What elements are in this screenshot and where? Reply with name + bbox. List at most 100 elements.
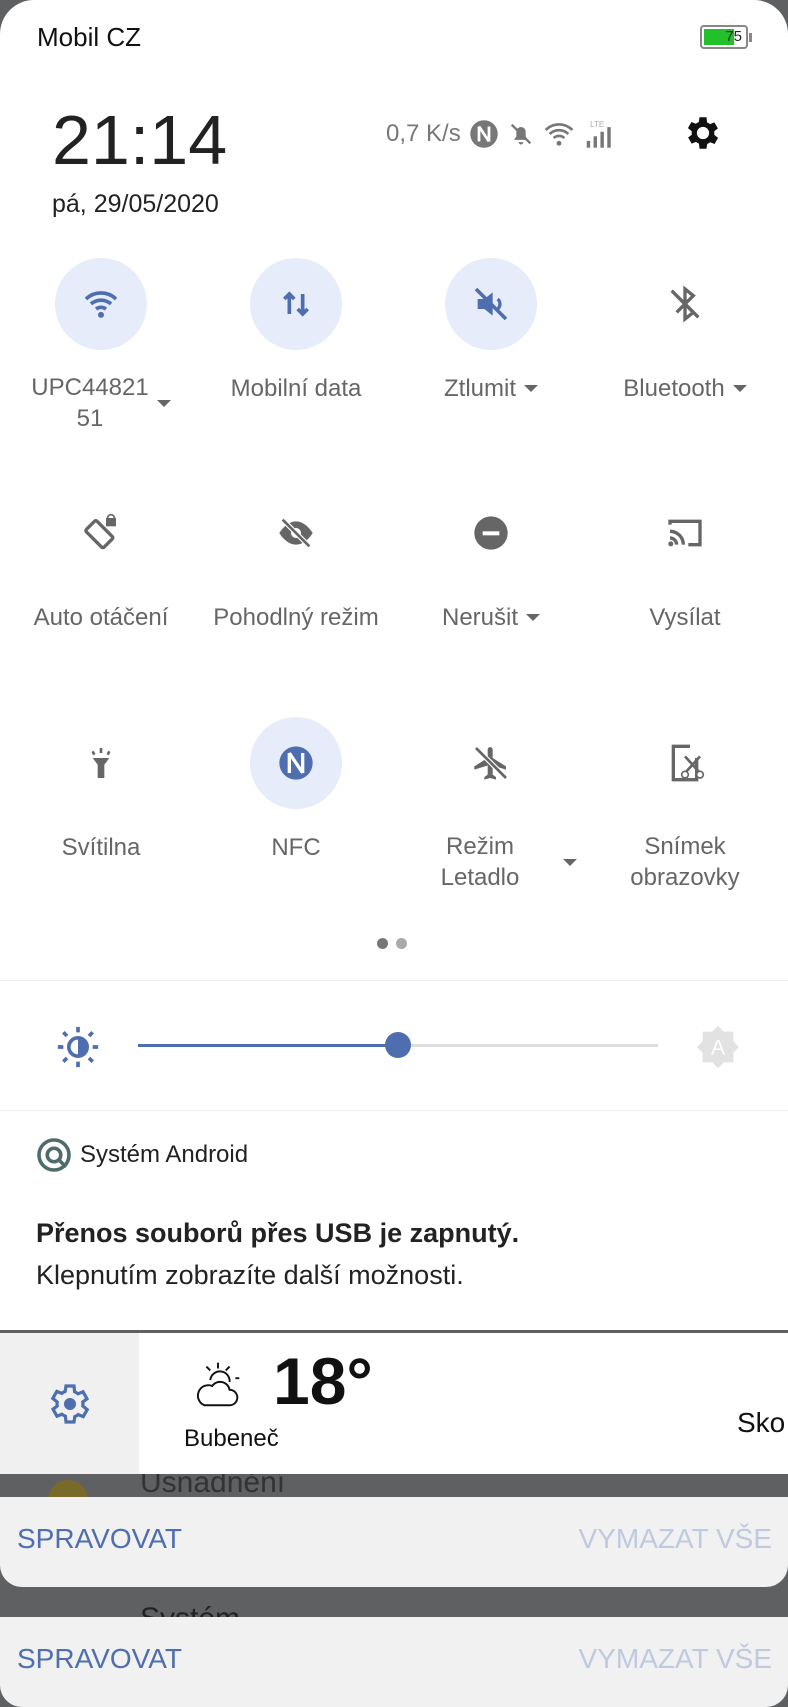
tile-flashlight[interactable]: Svítilna (6, 717, 196, 863)
date[interactable]: pá, 29/05/2020 (52, 190, 219, 219)
chevron-down-icon[interactable] (156, 399, 171, 407)
tile-icon-button[interactable] (639, 487, 731, 579)
screenshot-icon (671, 744, 705, 782)
chevron-down-icon[interactable] (732, 385, 747, 393)
auto-rotate-icon (84, 513, 116, 550)
tile-label-text: Bluetooth (623, 375, 725, 403)
brightness-icon (57, 1026, 99, 1068)
brightness-slider[interactable] (138, 1032, 658, 1058)
tile-icon-button[interactable] (250, 258, 342, 350)
tile-label-text: Režim Letadlo (440, 833, 520, 891)
divider (0, 1110, 788, 1111)
tile-icon-button[interactable] (55, 258, 147, 350)
page-indicator (377, 938, 407, 949)
tile-label-text: Vysílat (649, 604, 721, 632)
battery-level: 75 (725, 28, 742, 45)
tile-label: Ztlumit (396, 372, 586, 404)
location: Bubeneč (184, 1425, 279, 1452)
tile-label: NFC (201, 831, 391, 863)
manage-button[interactable]: SPRAVOVAT (17, 1643, 182, 1675)
partly-cloudy-icon (196, 1362, 240, 1407)
tile-label-text: UPC44821 51 (31, 374, 149, 432)
tile-icon-button[interactable] (445, 487, 537, 579)
auto-brightness-button[interactable]: A (695, 1024, 741, 1070)
notification-app-name: Systém Android (80, 1141, 249, 1168)
notification-footer: SPRAVOVAT VYMAZAT VŠE (0, 1617, 788, 1707)
tile-label: Vysílat (590, 601, 780, 633)
tile-label: Mobilní data (201, 372, 391, 404)
chevron-down-icon[interactable] (524, 385, 538, 393)
tile-mobile-data[interactable]: Mobilní data (201, 258, 391, 404)
mute-icon (474, 287, 508, 321)
tile-do-not-disturb[interactable]: Nerušit (396, 487, 586, 633)
tile-label-text: Pohodlný režim (213, 604, 379, 632)
gear-icon (50, 1383, 89, 1424)
tile-label-text: Mobilní data (230, 375, 362, 403)
tile-label: Bluetooth (590, 372, 780, 404)
tile-icon-button[interactable] (55, 717, 147, 809)
mobile-data-icon (283, 291, 309, 317)
tile-label: Nerušit (396, 601, 586, 633)
settings-gear-icon[interactable] (682, 112, 724, 154)
tile-label: Pohodlný režim (201, 601, 391, 633)
tile-icon-button[interactable] (55, 487, 147, 579)
carrier-name: Mobil CZ (37, 22, 142, 52)
page-dot-active (377, 938, 388, 949)
tile-icon-button[interactable] (250, 717, 342, 809)
wifi-icon (84, 291, 118, 318)
widget-settings-button[interactable] (0, 1333, 139, 1474)
tile-wifi[interactable]: UPC44821 51 (6, 258, 196, 434)
eye-comfort-icon (279, 517, 313, 549)
notification-title: Přenos souborů přes USB je zapnutý. (36, 1218, 520, 1248)
airplane-icon (474, 746, 508, 780)
cast-icon (668, 519, 702, 547)
clock[interactable]: 21:14 (52, 100, 227, 180)
quick-settings-panel: Mobil CZ 75 21:14 pá, 29/05/2020 0,7 K/s… (0, 0, 788, 1330)
bluetooth-icon (670, 285, 700, 323)
tile-eye-comfort[interactable]: Pohodlný režim (201, 487, 391, 633)
weather-widget[interactable]: 18° Bubeneč Sko (139, 1333, 788, 1474)
nfc-status-icon (469, 120, 498, 148)
tile-bluetooth[interactable]: Bluetooth (590, 258, 780, 404)
tile-cast[interactable]: Vysílat (590, 487, 780, 633)
network-speed: 0,7 K/s (386, 120, 461, 147)
chevron-down-icon[interactable] (526, 614, 541, 622)
status-icons: 0,7 K/s LTE (386, 118, 611, 150)
tile-screenshot[interactable]: Snímek obrazovky (590, 717, 780, 893)
wifi-status-icon (544, 123, 574, 146)
tile-airplane[interactable]: Režim Letadlo (396, 717, 586, 893)
tile-auto-rotate[interactable]: Auto otáčení (6, 487, 196, 633)
page-dot (396, 938, 407, 949)
signal-icon: LTE (586, 120, 611, 148)
tile-label-text: Auto otáčení (33, 604, 169, 632)
battery-icon: 75 (700, 25, 752, 49)
tile-label-text: Snímek obrazovky (630, 833, 740, 891)
chevron-down-icon[interactable] (563, 858, 577, 866)
temperature: 18° (273, 1344, 373, 1418)
notification-body: Klepnutím zobrazíte další možnosti. (36, 1260, 464, 1290)
tile-label: Snímek obrazovky (590, 831, 780, 893)
flashlight-icon (91, 748, 111, 778)
mute-bell-icon (510, 123, 531, 145)
tile-icon-button[interactable] (639, 258, 731, 350)
auto-brightness-icon: A (696, 1025, 740, 1069)
divider (0, 980, 788, 981)
clear-all-button[interactable]: VYMAZAT VŠE (579, 1643, 772, 1675)
tile-label-text: Ztlumit (444, 375, 516, 403)
tile-label-text: NFC (271, 834, 321, 862)
do-not-disturb-icon (474, 516, 508, 550)
tile-label: Režim Letadlo (396, 831, 586, 893)
tile-nfc[interactable]: NFC (201, 717, 391, 863)
tile-icon-button[interactable] (445, 258, 537, 350)
svg-text:LTE: LTE (590, 120, 604, 129)
manage-button[interactable]: SPRAVOVAT (17, 1523, 182, 1555)
clear-all-button[interactable]: VYMAZAT VŠE (579, 1523, 772, 1555)
slider-thumb[interactable] (385, 1032, 411, 1058)
tile-icon-button[interactable] (250, 487, 342, 579)
tile-mute[interactable]: Ztlumit (396, 258, 586, 404)
tile-icon-button[interactable] (639, 717, 731, 809)
tile-label: UPC44821 51 (6, 372, 196, 434)
tile-icon-button[interactable] (445, 717, 537, 809)
android-system-icon (37, 1138, 71, 1172)
nfc-icon (279, 746, 313, 780)
